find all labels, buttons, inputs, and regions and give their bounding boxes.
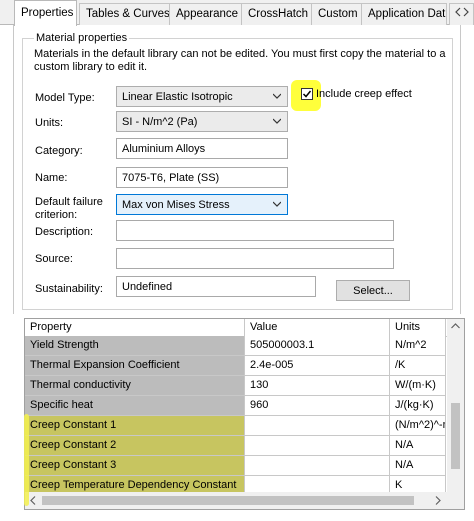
cell-units: N/m^2 [390, 336, 446, 356]
table-row[interactable]: Creep Constant 2 N/A [25, 436, 446, 456]
model-type-select[interactable]: Linear Elastic Isotropic [116, 86, 288, 107]
cell-units: N/A [390, 456, 446, 476]
failure-label-line2: criterion: [35, 209, 78, 221]
tab-application-data[interactable]: Application Dat [361, 3, 447, 25]
table-row[interactable]: Yield Strength 505000003.1 N/m^2 [25, 336, 446, 356]
tab-scroll-arrows[interactable] [449, 3, 474, 25]
cell-property: Thermal Expansion Coefficient [25, 356, 245, 376]
scrollbar-corner [447, 492, 464, 509]
description-label: Description: [35, 226, 94, 238]
header-units[interactable]: Units [390, 319, 446, 336]
category-label: Category: [35, 145, 83, 157]
annotation-highlight-stroke [24, 414, 29, 506]
cell-property: Creep Constant 2 [25, 436, 245, 456]
table-row[interactable]: Thermal Expansion Coefficient 2.4e-005 /… [25, 356, 446, 376]
checkmark-icon [302, 90, 312, 98]
cell-units: /K [390, 356, 446, 376]
header-property[interactable]: Property [25, 319, 245, 336]
cell-units: (N/m^2)^-n [390, 416, 446, 436]
cell-units: J/(kg·K) [390, 396, 446, 416]
horizontal-scrollbar[interactable] [25, 492, 449, 509]
chevron-down-icon [273, 118, 281, 124]
vertical-scrollbar[interactable] [447, 319, 464, 493]
tab-crosshatch[interactable]: CrossHatch [241, 3, 312, 25]
table-row[interactable]: Creep Constant 3 N/A [25, 456, 446, 476]
chevron-down-icon [273, 93, 281, 99]
description-field[interactable] [116, 220, 394, 241]
cell-value[interactable]: 2.4e-005 [245, 356, 390, 376]
select-button[interactable]: Select... [336, 280, 410, 301]
units-select[interactable]: SI - N/m^2 (Pa) [116, 111, 288, 132]
sustainability-label: Sustainability: [35, 283, 103, 295]
cell-property: Yield Strength [25, 336, 245, 356]
units-label: Units: [35, 117, 64, 129]
cell-units: N/A [390, 436, 446, 456]
include-creep-label: Include creep effect [316, 88, 412, 100]
cell-value[interactable]: 505000003.1 [245, 336, 390, 356]
tab-properties[interactable]: Properties [14, 0, 77, 26]
table-row[interactable]: Specific heat 960 J/(kg·K) [25, 396, 446, 416]
sustainability-field: Undefined [116, 276, 316, 297]
library-note: Materials in the default library can not… [34, 48, 446, 73]
failure-criterion-select[interactable]: Max von Mises Stress [116, 194, 288, 215]
table-row[interactable]: Thermal conductivity 130 W/(m·K) [25, 376, 446, 396]
scroll-left-icon[interactable] [30, 496, 36, 507]
table-row[interactable]: Creep Constant 1 (N/m^2)^-n [25, 416, 446, 436]
vertical-scroll-thumb[interactable] [451, 403, 460, 469]
cell-property: Creep Constant 3 [25, 456, 245, 476]
tab-bar: Properties Tables & Curves Appearance Cr… [0, 0, 474, 26]
source-label: Source: [35, 253, 73, 265]
source-field[interactable] [116, 248, 394, 269]
units-value: SI - N/m^2 (Pa) [122, 116, 198, 128]
include-creep-checkbox[interactable] [301, 88, 313, 100]
chevron-down-icon [273, 201, 281, 207]
grid-header: Property Value Units [25, 319, 464, 337]
tab-appearance[interactable]: Appearance [169, 3, 242, 25]
horizontal-scroll-thumb[interactable] [42, 496, 414, 505]
name-field[interactable]: 7075-T6, Plate (SS) [116, 167, 288, 188]
scroll-right-icon[interactable] [435, 496, 441, 507]
name-label: Name: [35, 172, 68, 184]
category-field[interactable]: Aluminium Alloys [116, 138, 288, 159]
cell-property: Thermal conductivity [25, 376, 245, 396]
tab-tables-curves[interactable]: Tables & Curves [79, 3, 170, 25]
cell-value[interactable] [245, 456, 390, 476]
cell-property: Creep Constant 1 [25, 416, 245, 436]
property-grid: Property Value Units Yield Strength 5050… [24, 318, 465, 510]
cell-property: Specific heat [25, 396, 245, 416]
header-value[interactable]: Value [245, 319, 390, 336]
group-title: Material properties [34, 32, 130, 44]
tab-custom[interactable]: Custom [311, 3, 362, 25]
cell-units: W/(m·K) [390, 376, 446, 396]
cell-value[interactable] [245, 416, 390, 436]
failure-criterion-value: Max von Mises Stress [122, 199, 230, 211]
cell-value[interactable]: 130 [245, 376, 390, 396]
model-type-value: Linear Elastic Isotropic [122, 91, 233, 103]
model-type-label: Model Type: [35, 92, 95, 104]
cell-value[interactable] [245, 436, 390, 456]
failure-label-line1: Default failure [35, 196, 103, 208]
cell-value[interactable]: 960 [245, 396, 390, 416]
tab-scroll-icon [455, 7, 469, 17]
scroll-up-icon[interactable] [451, 321, 460, 331]
